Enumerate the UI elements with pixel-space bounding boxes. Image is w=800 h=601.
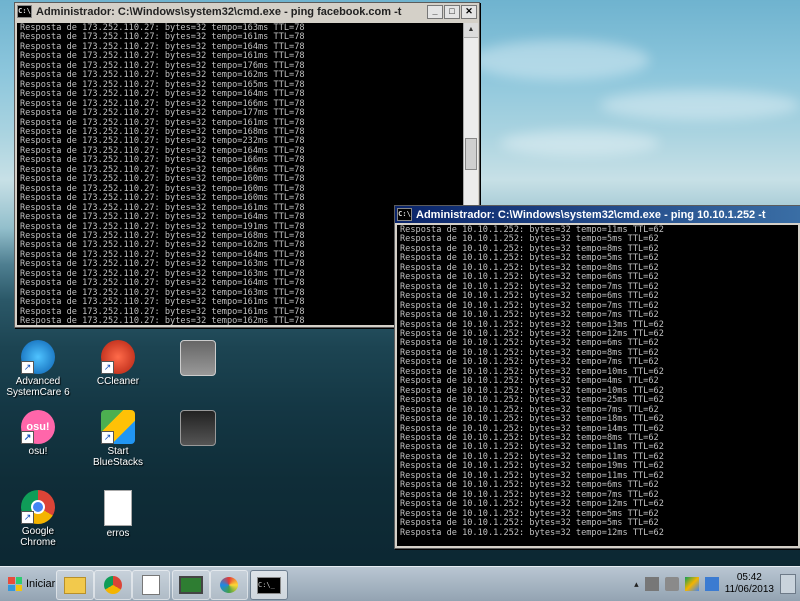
taskbar-app-button[interactable]	[132, 570, 170, 600]
paint-palette-icon	[220, 577, 238, 593]
clock-date: 11/06/2013	[724, 584, 774, 595]
scroll-up-arrow-icon[interactable]: ▲	[464, 23, 478, 38]
taskbar-cmd-button[interactable]: C:\_	[250, 570, 288, 600]
desktop-icon-partial[interactable]	[166, 340, 230, 378]
clock[interactable]: 05:42 11/06/2013	[725, 572, 774, 596]
clock-time: 05:42	[736, 572, 762, 583]
windows-logo-icon	[8, 577, 22, 591]
shortcut-arrow-icon: ↗	[21, 361, 34, 374]
desktop-icon-chrome[interactable]: ↗ Google Chrome	[6, 490, 70, 548]
console-output[interactable]: Resposta de 10.10.1.252: bytes=32 tempo=…	[397, 225, 798, 546]
tray-arrow-icon[interactable]: ▴	[634, 579, 639, 590]
desktop-icon-label: Advanced SystemCare 6	[6, 376, 70, 398]
taskbar-paint-button[interactable]	[210, 570, 248, 600]
bluestacks-icon: ↗	[101, 410, 135, 444]
desktop-icon-ccleaner[interactable]: ↗ CCleaner	[86, 340, 150, 387]
close-button[interactable]: ✕	[461, 4, 477, 19]
network-icon[interactable]	[704, 577, 719, 591]
window-title: Administrador: C:\Windows\system32\cmd.e…	[36, 5, 402, 18]
desktop-icon-label: erros	[106, 528, 130, 539]
monitor-icon	[179, 576, 203, 594]
advanced-systemcare-icon: ↗	[21, 340, 55, 374]
google-drive-icon[interactable]	[684, 577, 699, 591]
desktop-icon-folder[interactable]	[166, 410, 230, 448]
taskbar-monitor-button[interactable]	[172, 570, 210, 600]
folder-thumbnail-icon	[180, 410, 216, 446]
desktop-icon-label: CCleaner	[96, 376, 140, 387]
taskbar-chrome-button[interactable]	[94, 570, 132, 600]
chrome-icon: ↗	[21, 490, 55, 524]
cards-icon	[142, 575, 160, 595]
cmd-window-local[interactable]: C:\ Administrador: C:\Windows\system32\c…	[394, 205, 800, 549]
start-label: Iniciar	[26, 578, 56, 590]
ccleaner-icon: ↗	[101, 340, 135, 374]
folder-icon	[64, 576, 86, 594]
taskbar-explorer-button[interactable]	[56, 570, 94, 600]
desktop-icon-label: Google Chrome	[20, 526, 56, 548]
cmd-icon: C:\	[397, 208, 412, 221]
maximize-button[interactable]: □	[444, 4, 460, 19]
desktop-icon-erros[interactable]: erros	[86, 490, 150, 539]
minimize-button[interactable]: _	[427, 4, 443, 19]
start-button[interactable]: Iniciar	[2, 571, 61, 597]
taskbar: Iniciar C:\_ ▴ 05:42 11/06/2013	[0, 566, 800, 601]
action-center-flag-icon[interactable]	[644, 577, 659, 591]
desktop-icon-osu[interactable]: osu! ↗ osu!	[6, 410, 70, 457]
osu-icon: osu! ↗	[21, 410, 55, 444]
window-titlebar[interactable]: C:\ Administrador: C:\Windows\system32\c…	[15, 3, 479, 20]
desktop-icon-bluestacks[interactable]: ↗ Start BlueStacks	[86, 410, 150, 468]
shortcut-arrow-icon: ↗	[21, 511, 34, 524]
shortcut-arrow-icon: ↗	[21, 431, 34, 444]
window-title: Administrador: C:\Windows\system32\cmd.e…	[416, 208, 766, 221]
shortcut-arrow-icon: ↗	[101, 431, 114, 444]
text-file-icon	[104, 490, 132, 526]
shortcut-arrow-icon: ↗	[101, 361, 114, 374]
cmd-icon: C:\_	[257, 576, 281, 594]
console-line: Resposta de 10.10.1.252: bytes=32 tempo=…	[400, 527, 664, 538]
chrome-icon	[104, 576, 122, 594]
desktop-icon-label: osu!	[28, 446, 48, 457]
scroll-thumb[interactable]	[465, 138, 477, 170]
cmd-icon: C:\	[17, 5, 32, 18]
desktop-icon-label: Start BlueStacks	[92, 446, 144, 468]
desktop-icon-advanced-systemcare[interactable]: ↗ Advanced SystemCare 6	[6, 340, 70, 398]
show-desktop-button[interactable]	[780, 574, 796, 594]
window-titlebar[interactable]: C:\ Administrador: C:\Windows\system32\c…	[395, 206, 800, 223]
speaker-icon[interactable]	[664, 577, 679, 591]
folder-thumbnail-icon	[180, 340, 216, 376]
system-tray: ▴ 05:42 11/06/2013	[634, 567, 800, 601]
